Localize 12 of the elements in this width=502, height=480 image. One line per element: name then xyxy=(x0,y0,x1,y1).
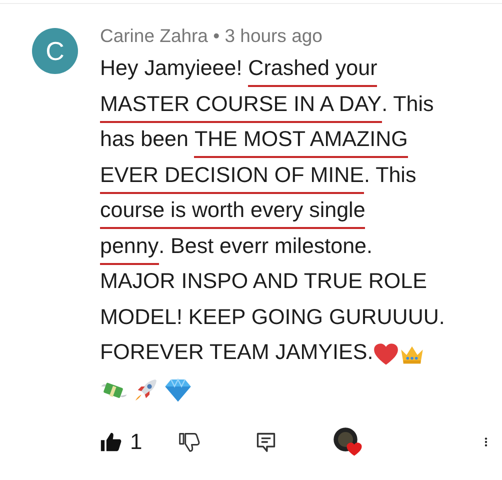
comment-text: EVER DECISION OF MINE. This xyxy=(100,160,416,194)
comment-text: penny. Best everr milestone. xyxy=(100,232,372,265)
user-avatar[interactable]: C xyxy=(32,28,78,74)
comment-text: has been THE MOST AMAZING xyxy=(100,125,408,158)
comment-text: Hey Jamyieee! Crashed your xyxy=(100,54,378,88)
comment-meta: Carine Zahra • 3 hours ago xyxy=(100,24,324,48)
comment-text: MAJOR INSPO AND TRUE ROLE xyxy=(100,268,427,296)
comment-text: MASTER COURSE IN A DAY. This xyxy=(100,90,434,123)
comment-text: MODEL! KEEP GOING GURUUUU. xyxy=(100,304,445,331)
comment-text: FOREVER TEAM JAMYIES. xyxy=(100,339,374,366)
comment-text: course is worth every single xyxy=(100,196,366,230)
like-count: 1 xyxy=(130,428,142,454)
